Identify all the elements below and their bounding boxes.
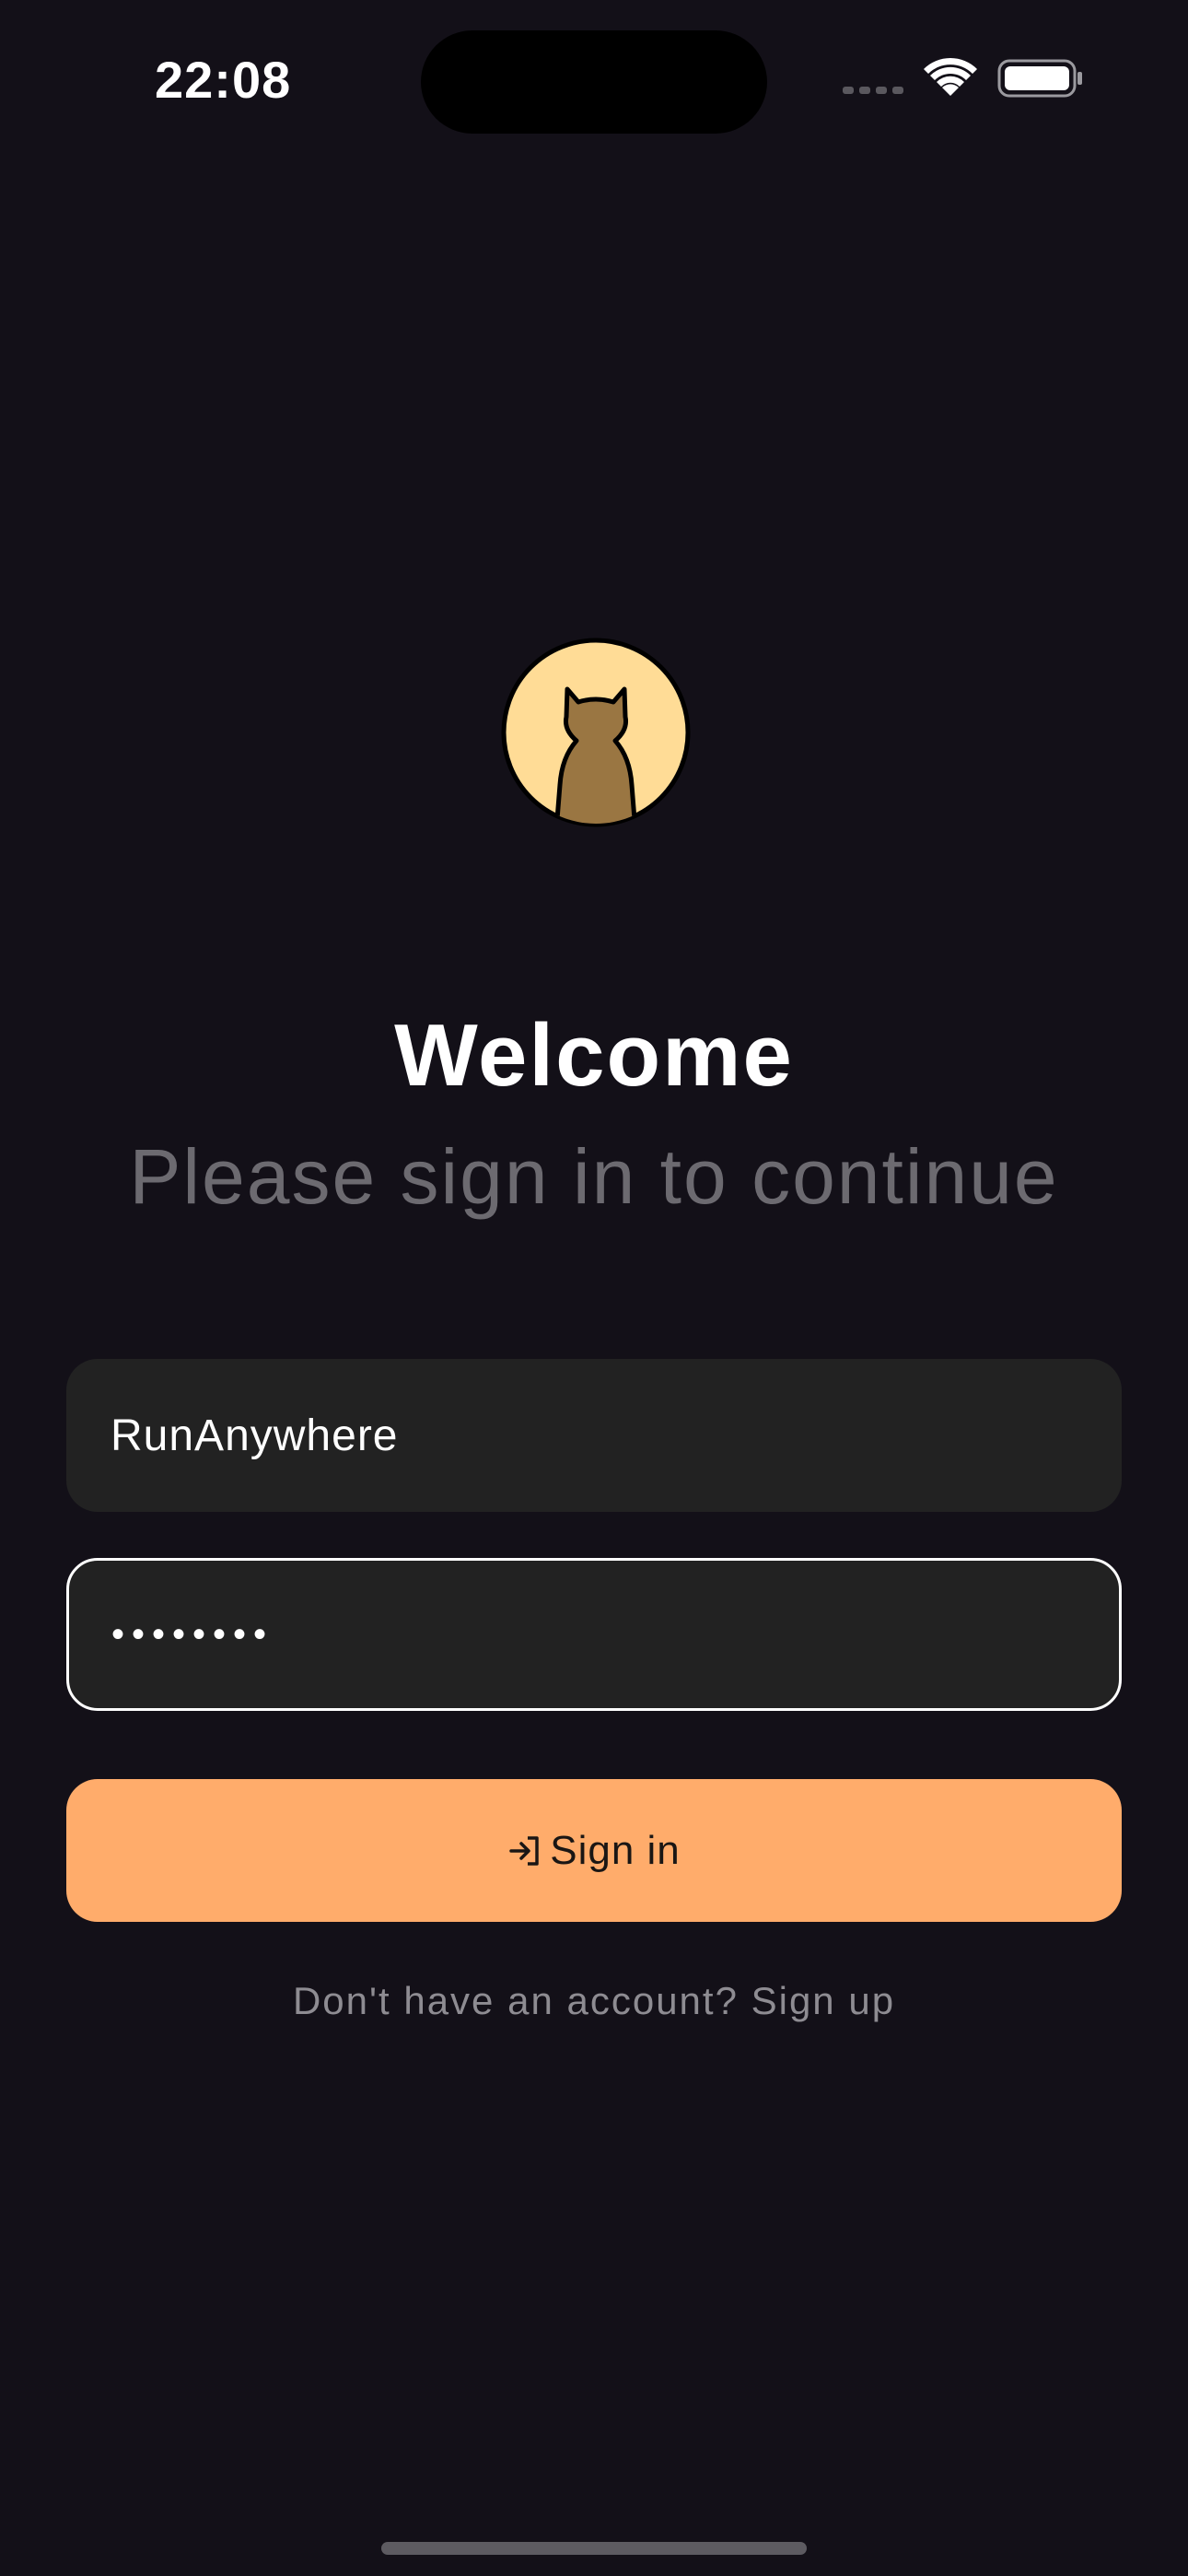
password-value: •••••••• <box>111 1613 274 1655</box>
sign-in-label: Sign in <box>550 1827 681 1873</box>
wifi-icon <box>924 57 977 96</box>
status-icons <box>843 57 1082 98</box>
page-title: Welcome <box>394 1006 794 1105</box>
username-value: RunAnywhere <box>111 1411 399 1460</box>
sign-in-button[interactable]: Sign in <box>66 1779 1122 1922</box>
dynamic-island <box>421 30 767 134</box>
sign-up-link[interactable]: Don't have an account? Sign up <box>0 1979 1188 2023</box>
page-subtitle: Please sign in to continue <box>129 1133 1059 1220</box>
battery-icon <box>997 59 1082 98</box>
password-field[interactable]: •••••••• <box>66 1558 1122 1711</box>
home-indicator[interactable] <box>381 2542 807 2555</box>
logo-cat-icon <box>501 638 691 827</box>
cellular-signal-icon <box>843 87 903 94</box>
status-time: 22:08 <box>155 51 292 109</box>
username-field[interactable]: RunAnywhere <box>66 1359 1122 1512</box>
login-arrow-icon <box>509 1835 539 1866</box>
